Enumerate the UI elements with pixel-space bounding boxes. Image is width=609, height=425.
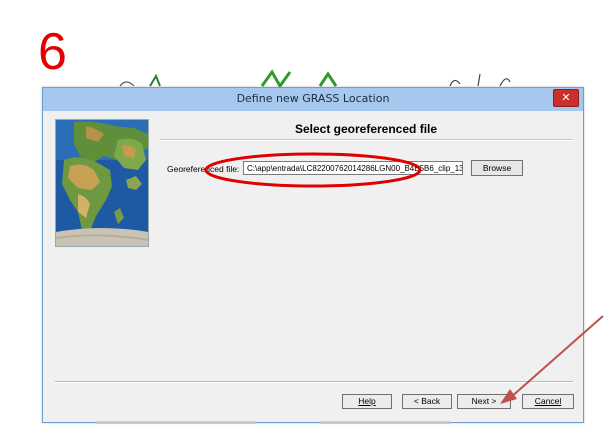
page-heading: Select georeferenced file: [294, 122, 438, 136]
next-button-label: Next >: [471, 396, 497, 406]
help-button[interactable]: Help: [342, 394, 392, 409]
cancel-button-label: Cancel: [534, 396, 562, 406]
next-button[interactable]: Next >: [457, 394, 511, 409]
back-button-label: < Back: [413, 396, 441, 406]
cancel-button[interactable]: Cancel: [522, 394, 574, 409]
step-number: 6: [38, 23, 67, 81]
back-button[interactable]: < Back: [402, 394, 452, 409]
browse-button[interactable]: Browse: [471, 160, 523, 176]
close-icon: ✕: [561, 91, 571, 104]
background-footer-text: [96, 421, 450, 424]
define-location-dialog: Define new GRASS Location ✕ Select geore…: [42, 87, 584, 423]
georeferenced-file-input[interactable]: C:\app\entrada\LC82200762014286LGN00_B4B…: [243, 161, 463, 175]
georeferenced-file-label: Georeferenced file:: [167, 164, 240, 174]
world-map-image: [55, 119, 149, 247]
dialog-title: Define new GRASS Location: [236, 92, 390, 105]
dialog-titlebar[interactable]: Define new GRASS Location ✕: [43, 88, 583, 111]
dialog-content: Select georeferenced file Georeferenced …: [43, 111, 583, 422]
close-button[interactable]: ✕: [553, 89, 579, 107]
footer-divider: [55, 381, 573, 383]
help-button-label: Help: [358, 396, 376, 406]
heading-divider: [159, 139, 573, 141]
